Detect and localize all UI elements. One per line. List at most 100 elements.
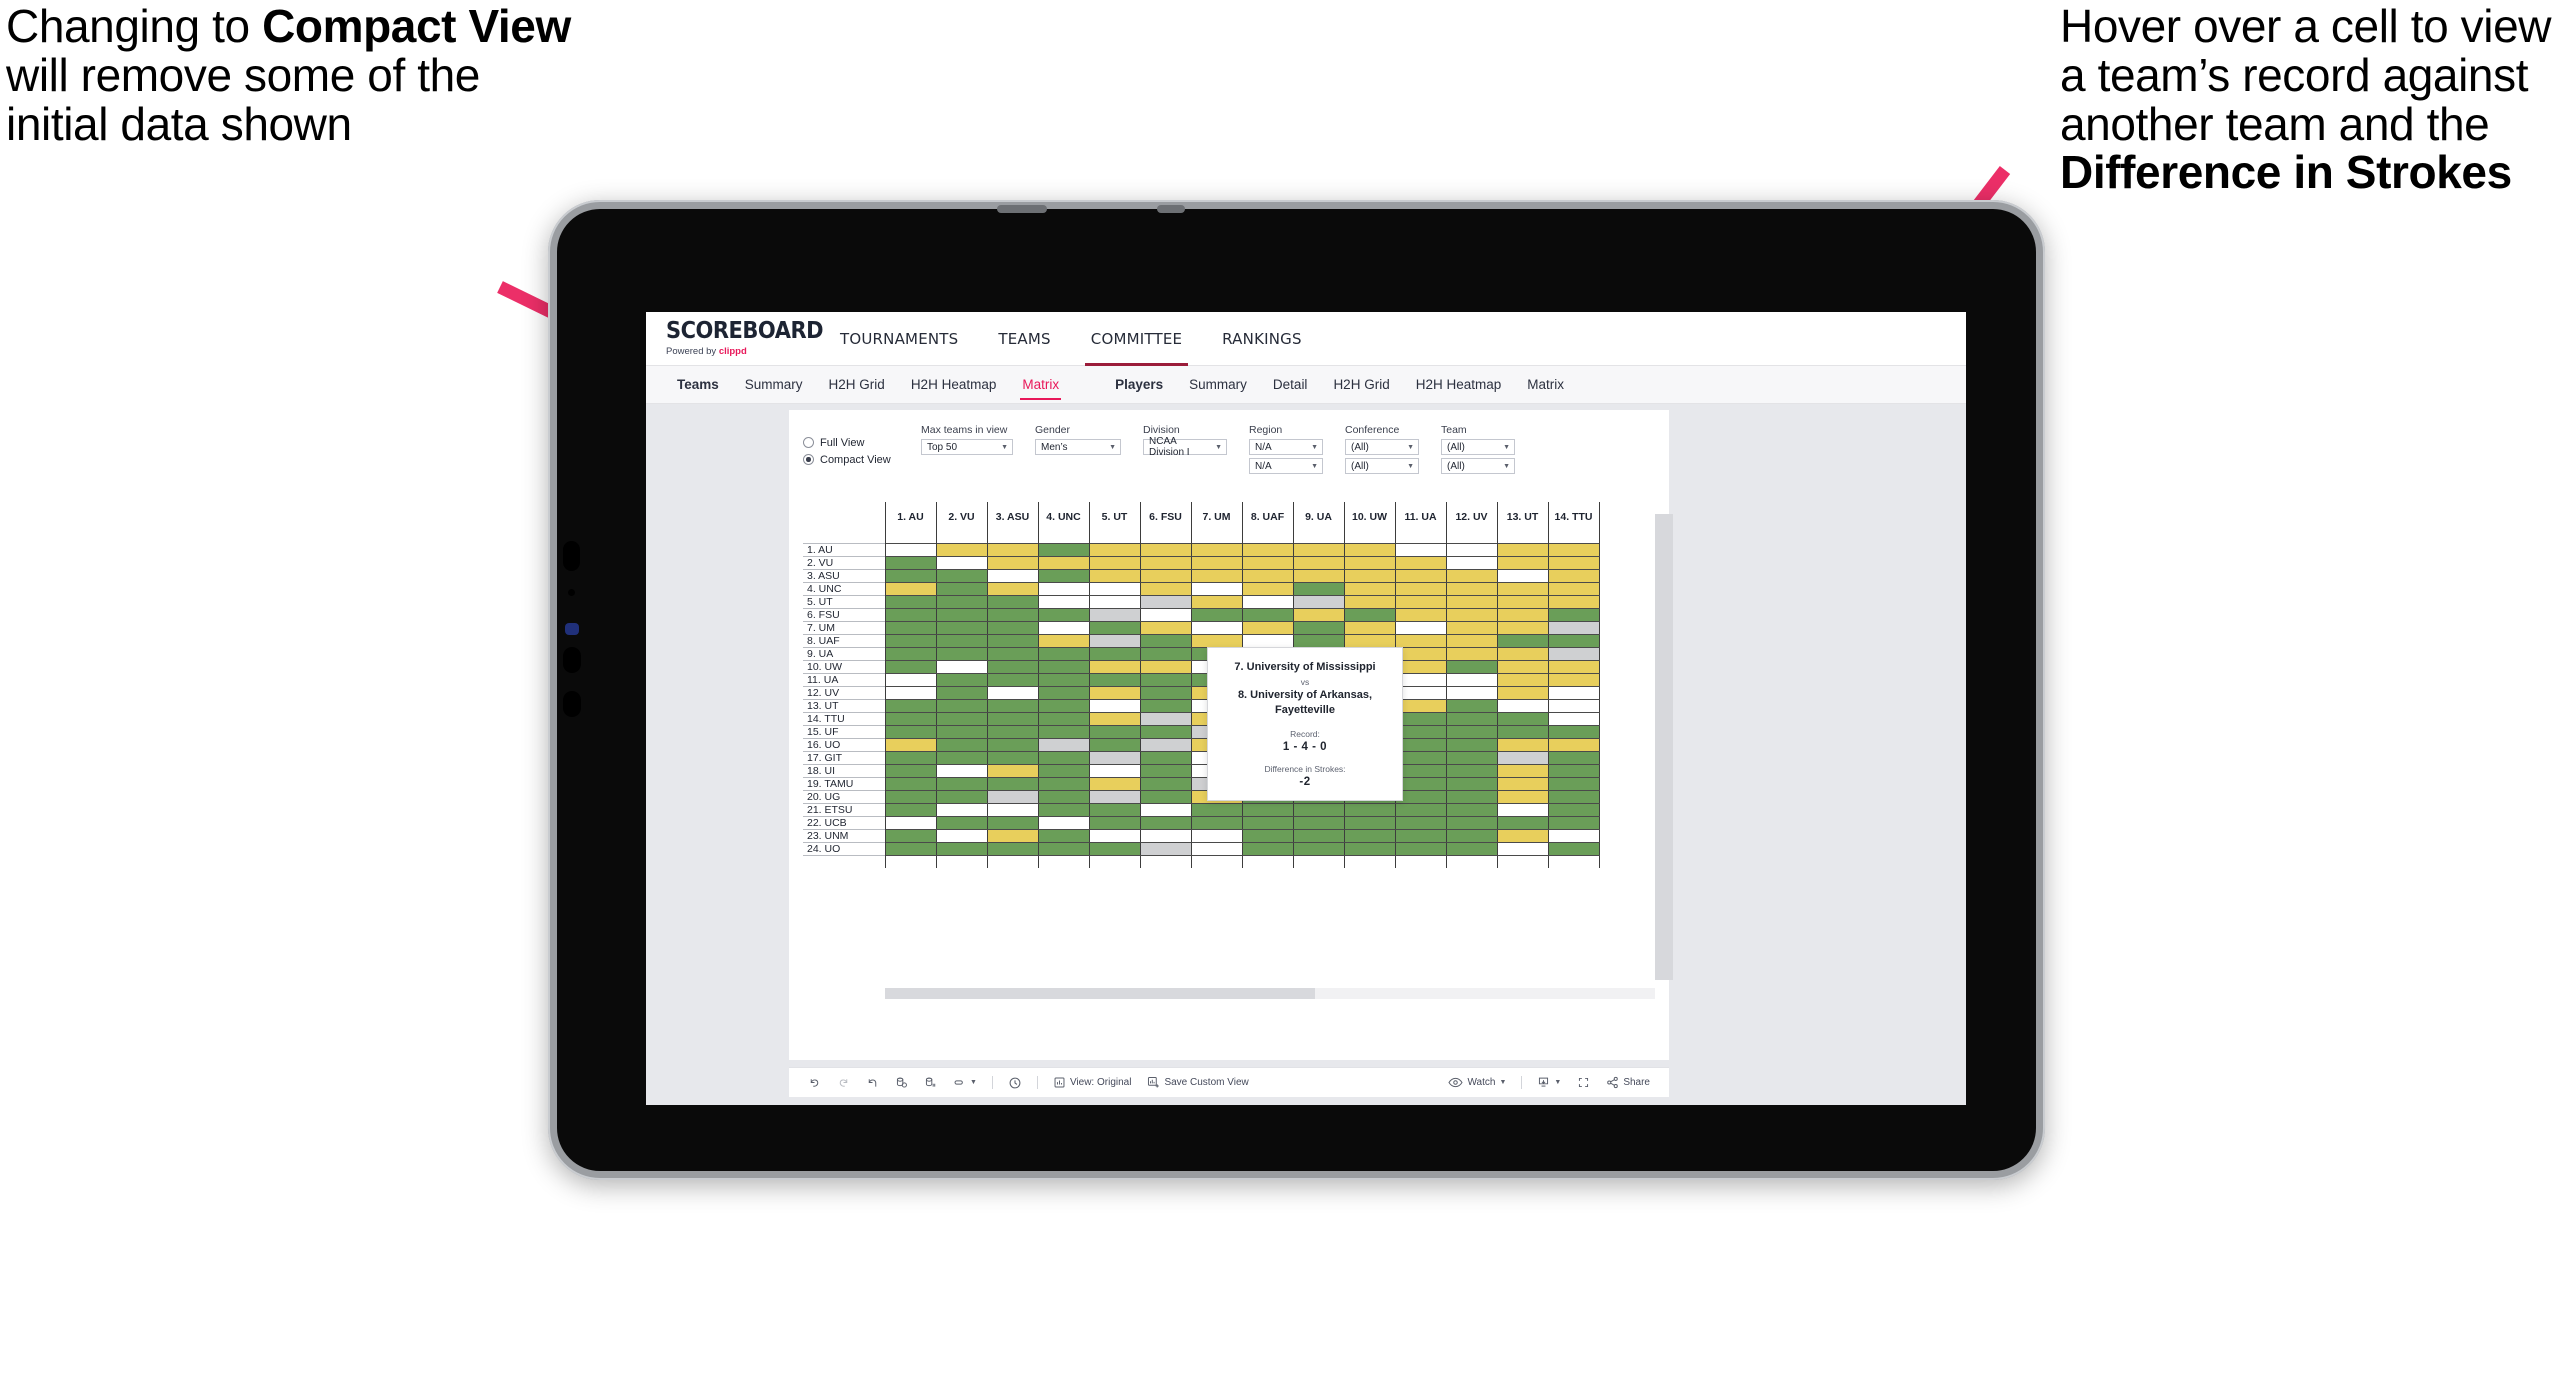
matrix-cell[interactable] (1139, 646, 1192, 661)
matrix-cell[interactable] (1445, 711, 1498, 726)
subnav-teams-h2h-grid[interactable]: H2H Grid (816, 366, 898, 404)
matrix-column-header[interactable]: 11. UA (1394, 502, 1447, 532)
matrix-cell[interactable] (1496, 685, 1549, 700)
matrix-row-header[interactable]: 8. UAF (803, 633, 886, 647)
watch-button[interactable]: Watch ▼ (1441, 1072, 1513, 1094)
filter-region-select-2[interactable]: N/A ▼ (1249, 458, 1323, 474)
matrix-cell[interactable] (1394, 841, 1447, 856)
matrix-column-header[interactable]: 8. UAF (1241, 502, 1294, 532)
matrix-cell[interactable] (884, 737, 937, 752)
matrix-cell[interactable] (1547, 555, 1600, 570)
matrix-cell[interactable] (1190, 594, 1243, 609)
matrix-cell[interactable] (935, 555, 988, 570)
matrix-cell[interactable] (1088, 633, 1141, 648)
filter-conference-select-1[interactable]: (All) ▼ (1345, 439, 1419, 455)
matrix-cell[interactable] (1394, 620, 1447, 635)
filter-division-select[interactable]: NCAA Division I ▼ (1143, 436, 1227, 458)
matrix-cell[interactable] (1037, 672, 1090, 687)
matrix-cell[interactable] (1139, 568, 1192, 583)
matrix-cell[interactable] (986, 828, 1039, 843)
pause-clock-button[interactable] (1001, 1072, 1029, 1094)
matrix-cell[interactable] (1190, 542, 1243, 557)
matrix-column-header[interactable]: 1. AU (884, 502, 937, 532)
matrix-row-header[interactable]: 20. UG (803, 789, 886, 803)
matrix-cell[interactable] (1496, 542, 1549, 557)
matrix-cell[interactable] (884, 750, 937, 765)
matrix-cell[interactable] (1496, 789, 1549, 804)
matrix-cell[interactable] (1088, 555, 1141, 570)
matrix-cell[interactable] (986, 568, 1039, 583)
matrix-cell[interactable] (1496, 594, 1549, 609)
matrix-row-header[interactable]: 22. UCB (803, 815, 886, 829)
matrix-row-header[interactable]: 14. TTU (803, 711, 886, 725)
matrix-cell[interactable] (1496, 555, 1549, 570)
matrix-cell[interactable] (1445, 750, 1498, 765)
matrix-cell[interactable] (1394, 581, 1447, 596)
matrix-cell[interactable] (1445, 698, 1498, 713)
matrix-cell[interactable] (935, 672, 988, 687)
share-button[interactable]: Share (1599, 1072, 1657, 1094)
matrix-cell[interactable] (935, 828, 988, 843)
matrix-cell[interactable] (1037, 633, 1090, 648)
matrix-cell[interactable] (986, 542, 1039, 557)
matrix-cell[interactable] (1037, 711, 1090, 726)
matrix-cell[interactable] (1139, 763, 1192, 778)
matrix-cell[interactable] (1088, 607, 1141, 622)
matrix-cell[interactable] (1496, 841, 1549, 856)
subnav-players-summary[interactable]: Summary (1176, 366, 1260, 404)
matrix-cell[interactable] (1445, 633, 1498, 648)
matrix-cell[interactable] (884, 633, 937, 648)
matrix-cell[interactable] (1139, 594, 1192, 609)
matrix-cell[interactable] (1088, 542, 1141, 557)
matrix-cell[interactable] (1547, 802, 1600, 817)
fullscreen-button[interactable] (1570, 1072, 1597, 1094)
matrix-cell[interactable] (1343, 568, 1396, 583)
matrix-cell[interactable] (1139, 724, 1192, 739)
matrix-cell[interactable] (1139, 607, 1192, 622)
matrix-cell[interactable] (1445, 620, 1498, 635)
matrix-cell[interactable] (1292, 841, 1345, 856)
matrix-cell[interactable] (1292, 581, 1345, 596)
matrix-cell[interactable] (935, 815, 988, 830)
matrix-cell[interactable] (1445, 841, 1498, 856)
filter-region-select-1[interactable]: N/A ▼ (1249, 439, 1323, 455)
matrix-cell[interactable] (884, 646, 937, 661)
matrix-cell[interactable] (1445, 555, 1498, 570)
matrix-cell[interactable] (1496, 646, 1549, 661)
matrix-cell[interactable] (1547, 698, 1600, 713)
undo-button[interactable] (801, 1072, 828, 1094)
matrix-cell[interactable] (1088, 568, 1141, 583)
matrix-cell[interactable] (1037, 555, 1090, 570)
matrix-cell[interactable] (1088, 802, 1141, 817)
matrix-cell[interactable] (1241, 633, 1294, 648)
matrix-cell[interactable] (1343, 841, 1396, 856)
matrix-cell[interactable] (884, 594, 937, 609)
matrix-cell[interactable] (1088, 789, 1141, 804)
matrix-cell[interactable] (986, 776, 1039, 791)
nav-committee[interactable]: COMMITTEE (1071, 312, 1202, 366)
matrix-cell[interactable] (1445, 594, 1498, 609)
matrix-cell[interactable] (1139, 555, 1192, 570)
matrix-cell[interactable] (1139, 789, 1192, 804)
matrix-cell[interactable] (1139, 711, 1192, 726)
matrix-cell[interactable] (986, 620, 1039, 635)
matrix-cell[interactable] (935, 763, 988, 778)
matrix-cell[interactable] (1547, 776, 1600, 791)
matrix-cell[interactable] (1037, 789, 1090, 804)
matrix-cell[interactable] (1547, 828, 1600, 843)
matrix-cell[interactable] (986, 581, 1039, 596)
matrix-cell[interactable] (1139, 841, 1192, 856)
redo-button[interactable] (830, 1072, 857, 1094)
matrix-cell[interactable] (1037, 802, 1090, 817)
matrix-cell[interactable] (935, 685, 988, 700)
matrix-cell[interactable] (935, 594, 988, 609)
matrix-cell[interactable] (935, 581, 988, 596)
matrix-cell[interactable] (884, 620, 937, 635)
matrix-cell[interactable] (884, 568, 937, 583)
matrix-cell[interactable] (1088, 594, 1141, 609)
matrix-cell[interactable] (1037, 620, 1090, 635)
filter-team-select-2[interactable]: (All) ▼ (1441, 458, 1515, 474)
matrix-cell[interactable] (1445, 542, 1498, 557)
matrix-cell[interactable] (986, 815, 1039, 830)
matrix-cell[interactable] (1547, 685, 1600, 700)
